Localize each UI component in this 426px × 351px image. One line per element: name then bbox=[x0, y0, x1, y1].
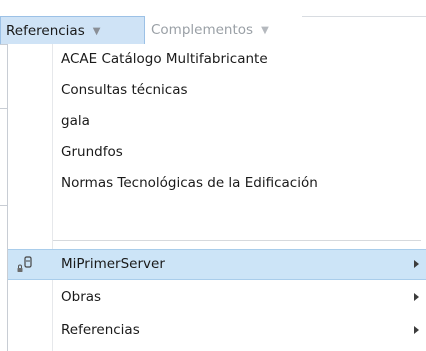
window-edge-tick bbox=[0, 108, 7, 109]
menu-item-gala[interactable]: gala bbox=[8, 106, 426, 137]
submenu-arrow-icon bbox=[414, 260, 419, 268]
menu-item-label: Referencias bbox=[61, 322, 140, 338]
menu-item-referencias[interactable]: Referencias bbox=[8, 315, 426, 346]
tab-complementos-caret-icon: ▼ bbox=[261, 25, 269, 36]
menu-item-obras[interactable]: Obras bbox=[8, 282, 426, 313]
menu-item-label: MiPrimerServer bbox=[61, 256, 165, 272]
tab-referencias-caret-icon: ▼ bbox=[92, 26, 101, 37]
menu-separator bbox=[53, 240, 421, 241]
window-edge-tick bbox=[0, 205, 7, 206]
menu-item-label: ACAE Catálogo Multifabricante bbox=[61, 51, 268, 67]
tab-complementos[interactable]: Complementos ▼ bbox=[145, 16, 302, 44]
tab-referencias-label: Referencias bbox=[6, 23, 85, 39]
menu-item-normas-tecnologicas[interactable]: Normas Tecnológicas de la Edificación bbox=[8, 168, 426, 199]
menubar-top-border bbox=[302, 16, 426, 17]
menu-item-acae[interactable]: ACAE Catálogo Multifabricante bbox=[8, 44, 426, 75]
server-lock-icon bbox=[17, 256, 32, 272]
menu-item-miprimerserver[interactable]: MiPrimerServer bbox=[8, 249, 426, 280]
menu-item-consultas-tecnicas[interactable]: Consultas técnicas bbox=[8, 75, 426, 106]
menu-item-label: Normas Tecnológicas de la Edificación bbox=[61, 175, 318, 191]
submenu-arrow-icon bbox=[414, 326, 419, 334]
submenu-arrow-icon bbox=[414, 293, 419, 301]
tab-complementos-label: Complementos bbox=[151, 22, 254, 38]
menu-item-label: Consultas técnicas bbox=[61, 82, 188, 98]
menu-item-label: gala bbox=[61, 113, 90, 129]
menu-item-label: Grundfos bbox=[61, 144, 123, 160]
menu-item-label: Obras bbox=[61, 289, 102, 305]
referencias-dropdown-menu: ACAE Catálogo Multifabricante Consultas … bbox=[7, 44, 426, 351]
menu-item-grundfos[interactable]: Grundfos bbox=[8, 137, 426, 168]
menubar: Referencias ▼ Complementos ▼ bbox=[0, 16, 302, 45]
tab-referencias[interactable]: Referencias ▼ bbox=[0, 16, 145, 44]
